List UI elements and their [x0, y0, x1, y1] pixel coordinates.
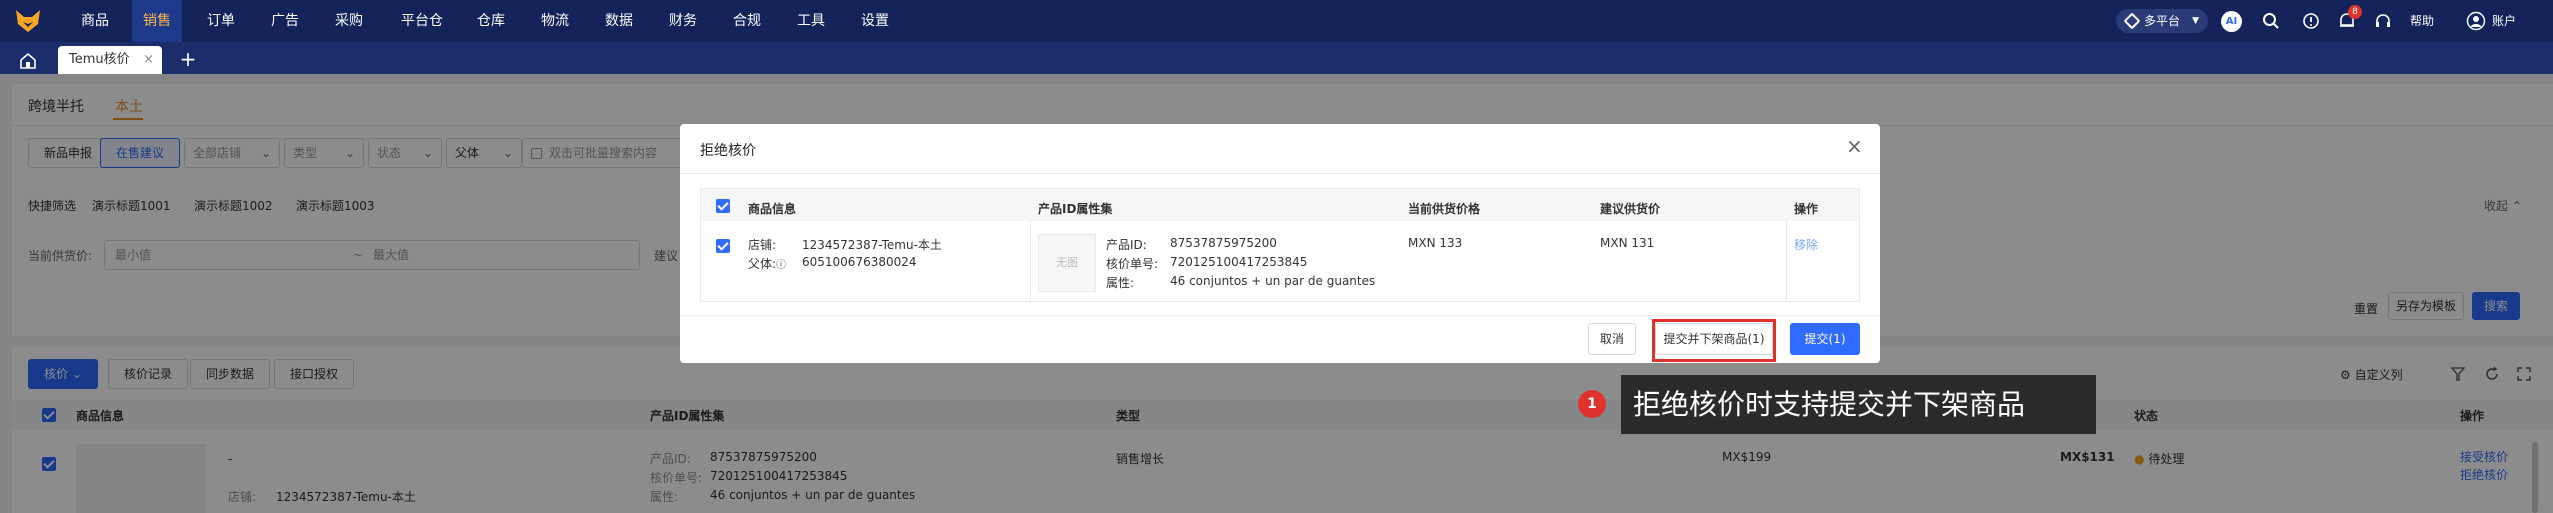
- nav-item-logistics[interactable]: 物流: [532, 0, 578, 42]
- modal-attr-value: 46 conjuntos + un par de guantes: [1170, 274, 1376, 288]
- modal-store-value: 1234572387-Temu-本土: [802, 238, 942, 252]
- modal-product-id-value: 87537875975200: [1170, 236, 1277, 250]
- modal-select-all-checkbox[interactable]: [716, 199, 730, 213]
- no-image-placeholder: 无图: [1038, 234, 1096, 292]
- search-icon[interactable]: [2262, 12, 2280, 30]
- nav-item-data[interactable]: 数据: [596, 0, 642, 42]
- modal-check-no-value: 720125100417253845: [1170, 255, 1308, 269]
- modal-col-suggest-price: 建议供货价: [1600, 202, 1661, 216]
- modal-title: 拒绝核价: [700, 143, 756, 159]
- nav-item-finance[interactable]: 财务: [660, 0, 706, 42]
- nav-item-tools[interactable]: 工具: [788, 0, 834, 42]
- top-nav: 商品 销售 订单 广告 采购 平台仓 仓库 物流 数据 财务 合规 工具 设置 …: [0, 0, 2553, 42]
- modal-product-id-label: 产品ID:: [1106, 238, 1147, 252]
- layers-icon: [2123, 12, 2141, 30]
- remove-link[interactable]: 移除: [1794, 236, 1818, 253]
- platform-switcher[interactable]: 多平台 ▼: [2116, 9, 2208, 33]
- user-avatar-icon[interactable]: [2466, 11, 2486, 31]
- nav-item-products[interactable]: 商品: [72, 0, 118, 42]
- help-icon[interactable]: ⓘ: [776, 260, 786, 271]
- chevron-down-icon: ▼: [2192, 16, 2199, 26]
- nav-item-ads[interactable]: 广告: [262, 0, 308, 42]
- ai-button[interactable]: AI: [2221, 11, 2242, 32]
- tab-label: Temu核价: [69, 52, 130, 67]
- tab-bar: [0, 42, 2553, 74]
- annotation-number-badge: 1: [1578, 390, 1606, 418]
- modal-attr-label: 属性:: [1106, 276, 1135, 290]
- info-icon[interactable]: [2302, 12, 2320, 30]
- modal-col-actions: 操作: [1794, 202, 1819, 216]
- close-icon[interactable]: ×: [1846, 134, 1863, 158]
- modal-col-product-info: 商品信息: [748, 202, 797, 216]
- modal-table-header: [701, 189, 1859, 221]
- close-icon[interactable]: ×: [143, 46, 154, 74]
- headset-icon[interactable]: [2374, 12, 2392, 30]
- highlight-box: [1652, 319, 1776, 362]
- parent-label-text: 父体:: [748, 257, 777, 271]
- notification-badge: 8: [2348, 5, 2362, 19]
- nav-item-purchase[interactable]: 采购: [326, 0, 372, 42]
- nav-item-warehouse[interactable]: 仓库: [468, 0, 514, 42]
- home-icon[interactable]: [14, 49, 42, 71]
- modal-row-checkbox[interactable]: [716, 239, 730, 253]
- modal-current-price: MXN 133: [1408, 236, 1463, 250]
- modal-parent-label: 父体:ⓘ: [748, 255, 786, 272]
- modal-col-current-price: 当前供货价格: [1408, 202, 1481, 216]
- add-tab-button[interactable]: +: [176, 47, 200, 71]
- tab-temu-price-check[interactable]: Temu核价 ×: [58, 46, 162, 74]
- annotation-callout: 拒绝核价时支持提交并下架商品: [1621, 375, 2096, 434]
- platform-label: 多平台: [2144, 14, 2181, 28]
- modal-parent-value: 605100676380024: [802, 255, 917, 269]
- modal-header: 拒绝核价 ×: [680, 124, 1880, 174]
- modal-check-no-label: 核价单号:: [1106, 257, 1159, 271]
- modal-footer-divider: [680, 315, 1880, 316]
- account-label[interactable]: 账户: [2492, 0, 2516, 42]
- modal-suggest-price: MXN 131: [1600, 236, 1655, 250]
- help-link[interactable]: 帮助: [2410, 0, 2434, 42]
- modal-store-label: 店铺:: [748, 238, 777, 252]
- col-divider: [1786, 221, 1787, 302]
- nav-item-compliance[interactable]: 合规: [724, 0, 770, 42]
- col-divider: [1030, 221, 1031, 302]
- nav-item-settings[interactable]: 设置: [852, 0, 898, 42]
- nav-item-orders[interactable]: 订单: [198, 0, 244, 42]
- nav-item-platform-warehouse[interactable]: 平台仓: [394, 0, 450, 42]
- fox-logo-icon[interactable]: [14, 8, 42, 34]
- nav-item-sales[interactable]: 销售: [132, 0, 182, 42]
- submit-button[interactable]: 提交(1): [1790, 323, 1860, 355]
- cancel-button[interactable]: 取消: [1588, 323, 1636, 355]
- modal-col-product-id: 产品ID属性集: [1038, 202, 1113, 216]
